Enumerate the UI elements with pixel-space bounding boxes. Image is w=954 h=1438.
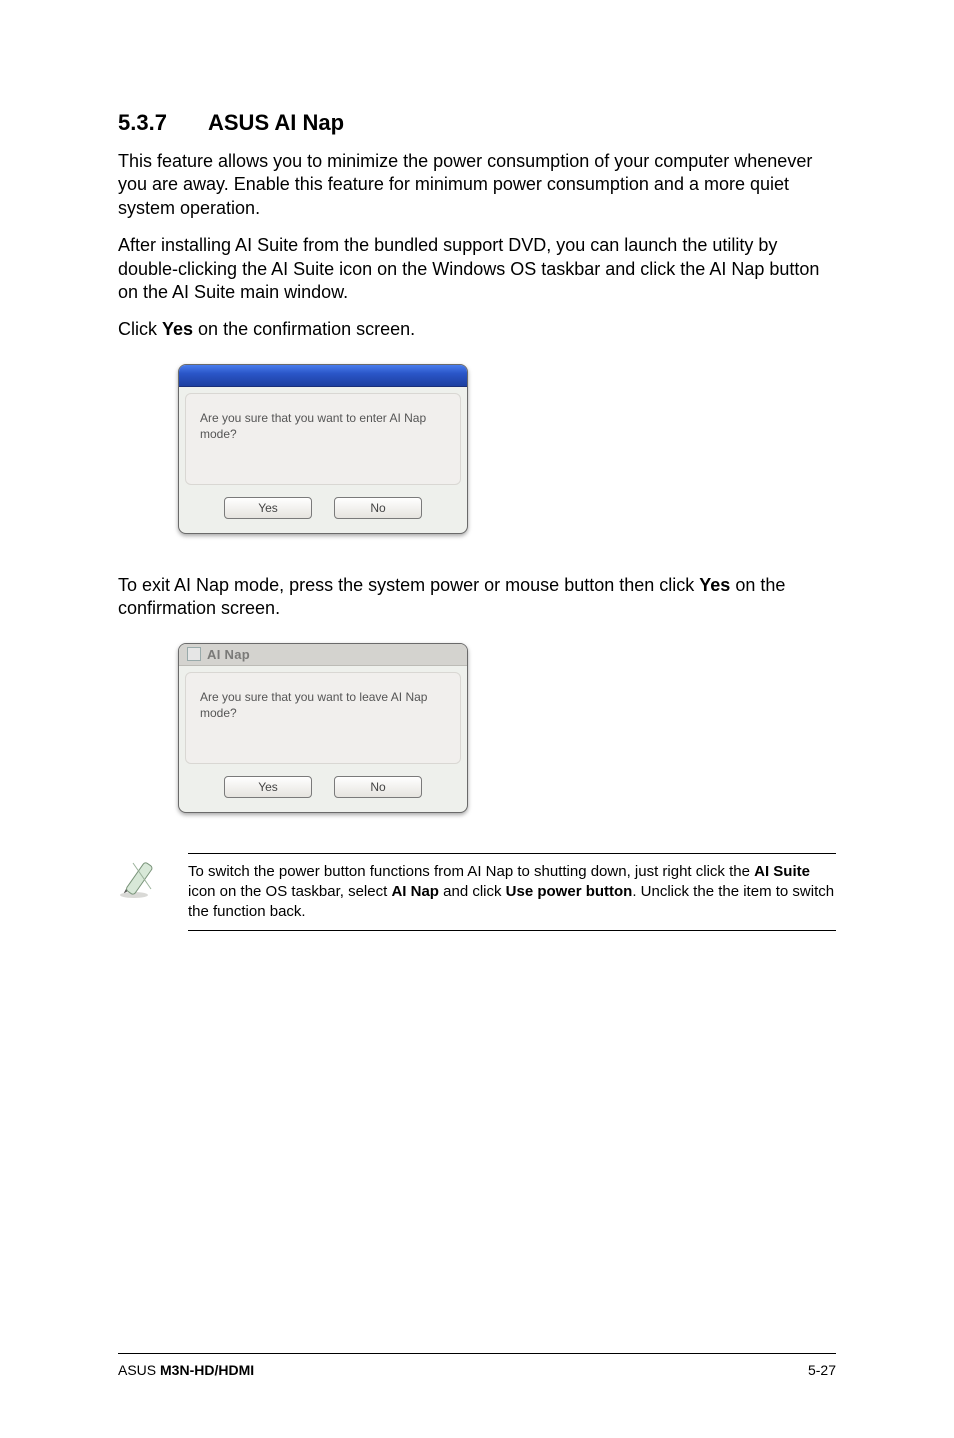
dialog-leave-wrap: AI Nap Are you sure that you want to lea… (178, 643, 836, 813)
section-title: ASUS AI Nap (208, 110, 344, 135)
footer-left-plain: ASUS (118, 1362, 160, 1378)
dialog-leave-title: AI Nap (207, 647, 250, 662)
dialog-leave-titlebar: AI Nap (179, 644, 467, 666)
dialog-leave-buttons: Yes No (179, 770, 467, 812)
footer-left-bold: M3N-HD/HDMI (160, 1362, 254, 1378)
dialog-leave: AI Nap Are you sure that you want to lea… (178, 643, 468, 813)
section-number: 5.3.7 (118, 110, 208, 136)
note-b3: Use power button (506, 883, 633, 900)
para3-post: on the confirmation screen. (193, 319, 415, 339)
no-button[interactable]: No (334, 497, 422, 519)
footer-right: 5-27 (808, 1362, 836, 1378)
yes-button-leave-label: Yes (258, 780, 278, 794)
no-button-leave-label: No (370, 780, 385, 794)
paragraph-2: After installing AI Suite from the bundl… (118, 234, 836, 304)
note-text: To switch the power button functions fro… (188, 853, 836, 932)
dialog-enter-titlebar (179, 365, 467, 387)
yes-button-leave[interactable]: Yes (224, 776, 312, 798)
no-button-label: No (370, 501, 385, 515)
page-footer: ASUS M3N-HD/HDMI 5-27 (118, 1353, 836, 1378)
dialog-enter-wrap: Are you sure that you want to enter AI N… (178, 364, 836, 534)
para3-bold: Yes (162, 319, 193, 339)
note-t2: icon on the OS taskbar, select (188, 883, 391, 900)
dialog-enter-body: Are you sure that you want to enter AI N… (185, 393, 461, 485)
dialog-enter-message: Are you sure that you want to enter AI N… (200, 411, 426, 441)
section-heading: 5.3.7ASUS AI Nap (118, 110, 836, 136)
dialog-enter-buttons: Yes No (179, 491, 467, 533)
yes-button-label: Yes (258, 501, 278, 515)
footer-left: ASUS M3N-HD/HDMI (118, 1362, 254, 1378)
para4-pre: To exit AI Nap mode, press the system po… (118, 575, 699, 595)
note-b1: AI Suite (754, 863, 810, 880)
dialog-leave-message: Are you sure that you want to leave AI N… (200, 690, 427, 720)
paragraph-1: This feature allows you to minimize the … (118, 150, 836, 220)
note-t3: and click (439, 883, 506, 900)
dialog-enter: Are you sure that you want to enter AI N… (178, 364, 468, 534)
yes-button[interactable]: Yes (224, 497, 312, 519)
para4-bold: Yes (699, 575, 730, 595)
page: 5.3.7ASUS AI Nap This feature allows you… (0, 0, 954, 1438)
paragraph-4: To exit AI Nap mode, press the system po… (118, 574, 836, 621)
paragraph-3: Click Yes on the confirmation screen. (118, 318, 836, 341)
pencil-icon (118, 853, 166, 901)
dialog-leave-body: Are you sure that you want to leave AI N… (185, 672, 461, 764)
note-t1: To switch the power button functions fro… (188, 863, 754, 880)
note-b2: AI Nap (391, 883, 439, 900)
no-button-leave[interactable]: No (334, 776, 422, 798)
para3-pre: Click (118, 319, 162, 339)
note-row: To switch the power button functions fro… (118, 853, 836, 932)
dialog-leave-icon (187, 647, 201, 661)
